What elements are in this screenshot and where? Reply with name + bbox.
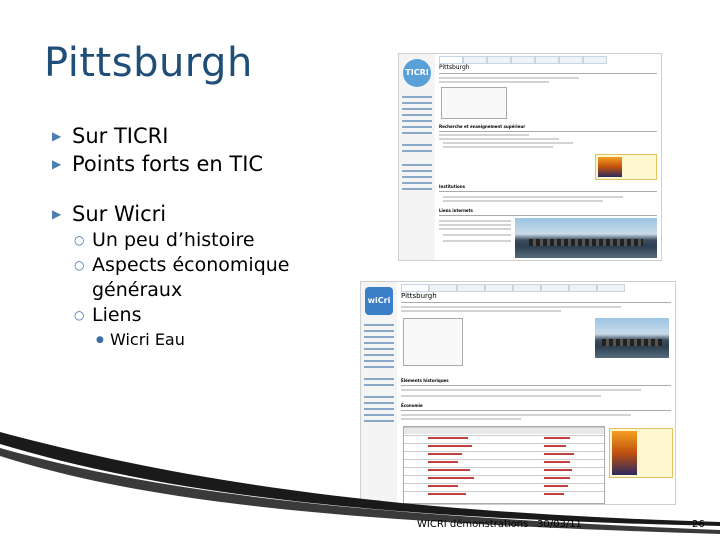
- bullet-arrow-icon: ▶: [52, 207, 62, 221]
- conference-box: [595, 154, 657, 180]
- wiki-tabs: [439, 56, 659, 64]
- wiki-toc: [403, 318, 463, 366]
- bullet-circle-icon: ○: [74, 233, 85, 247]
- pittsburgh-photo: [595, 318, 669, 358]
- bullet-dot-icon: ●: [96, 335, 104, 345]
- slide-title: Pittsburgh: [44, 40, 253, 86]
- wicri-logo: wiCri: [365, 287, 393, 315]
- wiki-tabs: [401, 284, 673, 292]
- wiki-toc: [441, 87, 507, 119]
- footer-label: WICRI démonstrations: [417, 519, 529, 530]
- bullet-arrow-icon: ▶: [52, 157, 62, 171]
- subbullet-histoire: ○ Un peu d’histoire: [74, 229, 255, 251]
- decorative-swoosh: [0, 430, 720, 540]
- wiki-page-title: Pittsburgh: [401, 292, 437, 300]
- bullet-sur-ticri: ▶ Sur TICRI: [52, 124, 169, 148]
- bullet-points-forts: ▶ Points forts en TIC: [52, 152, 264, 176]
- screenshot-ticri-page: TICRI Pittsburgh Recherche et enseigneme…: [398, 53, 662, 261]
- subsubbullet-wicri-eau: ● Wicri Eau: [52, 328, 382, 352]
- wiki-sidebar: TICRI: [399, 54, 435, 260]
- bullet-circle-icon: ○: [74, 308, 85, 322]
- subbullet-economique: ○ Aspects économique généraux: [74, 254, 290, 301]
- section-heading: Éléments historiques: [401, 378, 449, 383]
- section-heading: Liens internets: [439, 208, 473, 213]
- section-heading: Recherche et enseignement supérieur: [439, 124, 526, 129]
- footer-page-number: 26: [692, 519, 705, 530]
- footer-date: 30/03/11: [537, 519, 582, 530]
- bullet-list: ▶ Sur TICRI ▶ Points forts en TIC ▶ Sur Wic…: [52, 122, 382, 352]
- bullet-sur-wicri: ▶ Sur Wicri: [52, 202, 167, 226]
- section-heading: Économie: [401, 403, 423, 408]
- bullet-circle-icon: ○: [74, 258, 85, 272]
- pittsburgh-photo: [515, 218, 657, 258]
- subbullet-liens: ○ Liens: [74, 304, 142, 326]
- ticri-logo: TICRI: [403, 59, 431, 87]
- section-heading: Institutions: [439, 184, 466, 189]
- wiki-page-title: Pittsburgh: [439, 64, 470, 71]
- bullet-arrow-icon: ▶: [52, 129, 62, 143]
